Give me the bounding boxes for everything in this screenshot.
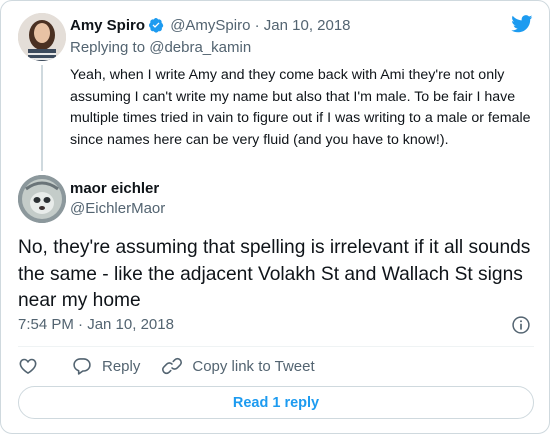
verified-badge-icon	[149, 18, 164, 33]
parent-handle[interactable]: @AmySpiro	[170, 17, 250, 34]
header-separator: ·	[254, 17, 260, 34]
replying-to-handle[interactable]: @debra_kamin	[149, 39, 251, 56]
twitter-bird-icon[interactable]	[511, 15, 533, 33]
avatar-photo	[18, 13, 66, 61]
author-handle[interactable]: @EichlerMaor	[70, 199, 165, 219]
reply-button[interactable]: Reply	[72, 356, 140, 376]
avatar-amy-spiro[interactable]	[18, 13, 66, 61]
avatar-photo	[18, 175, 66, 223]
parent-date[interactable]: Jan 10, 2018	[264, 17, 351, 34]
copy-link-label: Copy link to Tweet	[192, 357, 315, 375]
read-replies-button[interactable]: Read 1 reply	[18, 386, 534, 419]
tweet-timestamp[interactable]: 7:54 PM · Jan 10, 2018	[18, 315, 174, 335]
tweet-text: No, they're assuming that spelling is ir…	[18, 237, 531, 311]
replying-prefix: Replying to	[70, 39, 146, 56]
reply-bubble-icon	[73, 358, 91, 375]
avatar-maor-eichler[interactable]	[18, 175, 66, 223]
parent-display-name[interactable]: Amy Spiro	[70, 17, 145, 34]
parent-tweet-text: Yeah, when I write Amy and they come bac…	[70, 67, 531, 148]
parent-tweet-header: Amy Spiro @AmySpiro · Jan 10, 2018	[70, 16, 351, 36]
tweet-actions-bar: Reply Copy link to Tweet	[18, 354, 315, 378]
thread-connector-line	[41, 65, 43, 171]
author-display-name[interactable]: maor eichler	[70, 179, 159, 199]
replying-to-line: Replying to @debra_kamin	[70, 38, 251, 58]
heart-icon	[19, 358, 37, 374]
link-icon	[162, 357, 183, 375]
like-button[interactable]	[18, 356, 38, 376]
info-icon[interactable]	[511, 315, 531, 335]
actions-divider	[18, 346, 534, 347]
reply-label: Reply	[102, 357, 141, 375]
tweet-embed-card: Amy Spiro @AmySpiro · Jan 10, 2018 Reply…	[0, 0, 550, 434]
copy-link-button[interactable]: Copy link to Tweet	[162, 356, 315, 376]
